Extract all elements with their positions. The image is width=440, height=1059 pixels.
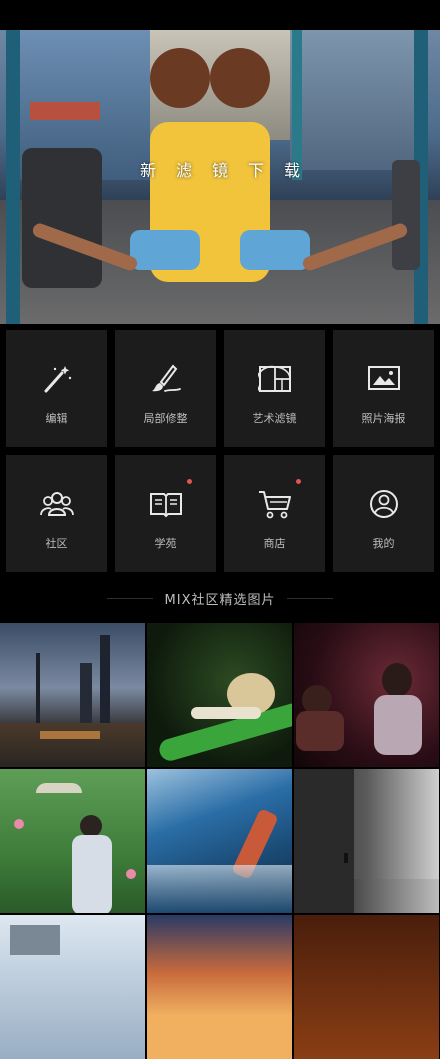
- tool-label: 学苑: [154, 537, 177, 550]
- tool-label: 社区: [45, 537, 68, 550]
- photo-ocean-waves-bottle[interactable]: [147, 769, 292, 913]
- photo-concert-singer[interactable]: [294, 623, 439, 767]
- poster-icon: [367, 364, 401, 394]
- tool-label: 我的: [372, 537, 395, 550]
- gallery-title: MIX社区精选图片: [164, 592, 276, 608]
- tool-store[interactable]: 商店: [224, 455, 325, 572]
- tool-label: 编辑: [45, 412, 68, 425]
- book-icon: [149, 489, 183, 519]
- community-icon: [39, 489, 74, 519]
- photo-autumn-foliage[interactable]: [294, 915, 439, 1059]
- tool-label: 艺术滤镜: [252, 412, 297, 425]
- new-filter-download-banner[interactable]: 新滤镜下载: [88, 152, 352, 186]
- photo-snail-on-leaf[interactable]: [147, 623, 292, 767]
- tool-edit[interactable]: 编辑: [6, 330, 107, 447]
- gallery-section-title: MIX社区精选图片: [0, 586, 440, 610]
- tool-local-retouch[interactable]: 局部修整: [115, 330, 216, 447]
- tool-label: 商店: [263, 537, 286, 550]
- pole: [6, 30, 20, 324]
- tool-photo-poster[interactable]: 照片海报: [333, 330, 434, 447]
- notification-badge: [296, 479, 301, 484]
- golden-ratio-icon: [257, 364, 292, 394]
- brush-icon: [149, 364, 183, 394]
- tool-community[interactable]: 社区: [6, 455, 107, 572]
- photo-concrete-corridor[interactable]: [294, 769, 439, 913]
- photo-sunset-clouds[interactable]: [147, 915, 292, 1059]
- photo-building-sky[interactable]: [0, 915, 145, 1059]
- shop-sign: [30, 102, 100, 120]
- tool-academy[interactable]: 学苑: [115, 455, 216, 572]
- banner-text: 新滤镜下载: [139, 161, 320, 180]
- figure-shorts: [240, 230, 310, 270]
- photo-lotus-girl-umbrella[interactable]: [0, 769, 145, 913]
- tool-label: 局部修整: [143, 412, 188, 425]
- photo-city-skyline[interactable]: [0, 623, 145, 767]
- notification-badge: [187, 479, 192, 484]
- figure-hair: [210, 48, 270, 108]
- building: [290, 30, 420, 170]
- tool-art-filter[interactable]: 艺术滤镜: [224, 330, 325, 447]
- figure-shorts: [130, 230, 200, 270]
- divider: [106, 597, 153, 599]
- car: [392, 160, 420, 270]
- tool-me[interactable]: 我的: [333, 455, 434, 572]
- divider: [287, 597, 334, 599]
- figure-hair: [150, 48, 210, 108]
- magic-wand-icon: [40, 364, 74, 394]
- user-icon: [367, 489, 401, 519]
- tool-label: 照片海报: [361, 412, 406, 425]
- status-bar: [0, 0, 440, 30]
- hero-banner[interactable]: 新滤镜下载: [0, 30, 440, 324]
- cart-icon: [258, 489, 292, 519]
